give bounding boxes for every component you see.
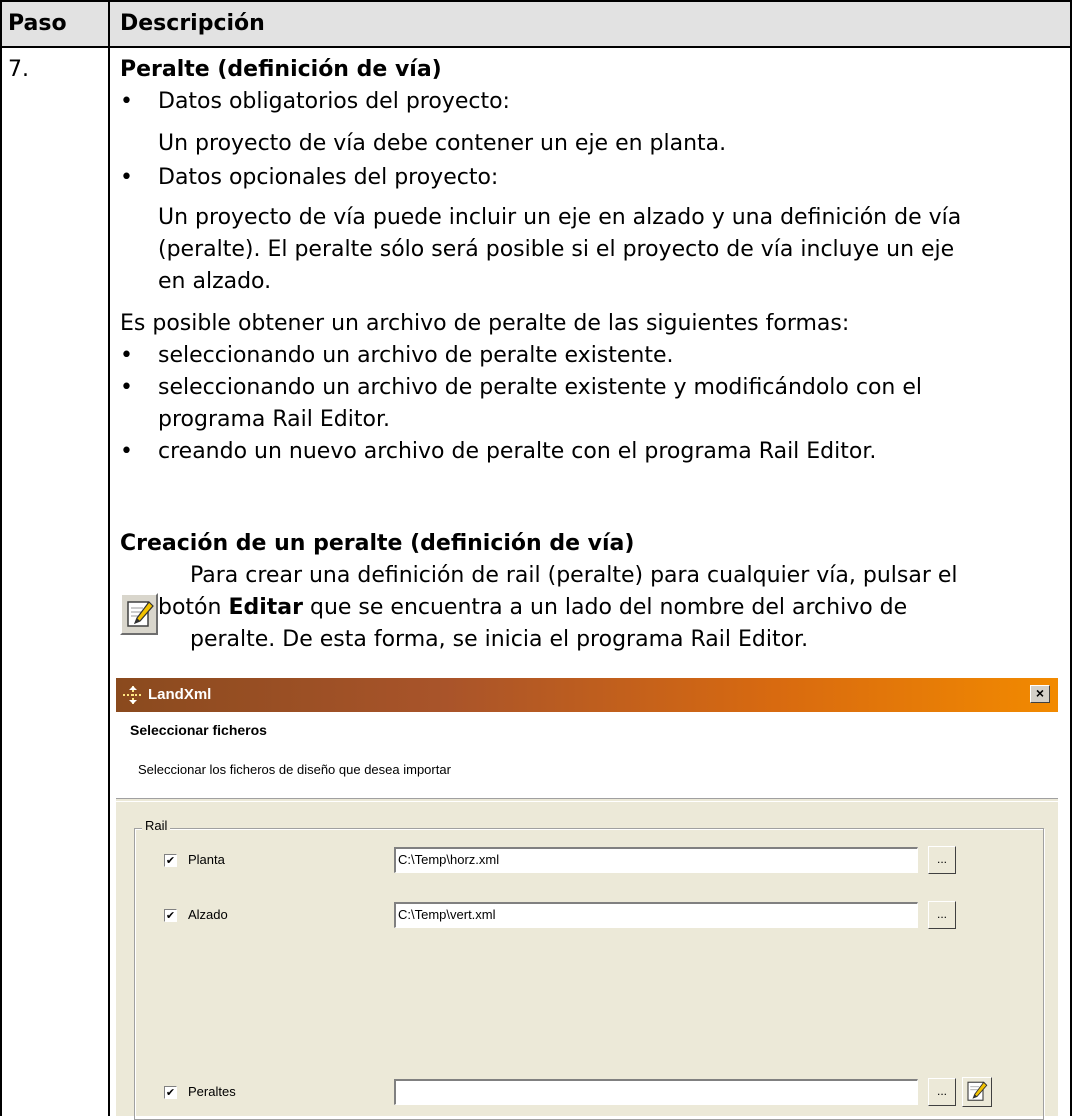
header-paso: Paso: [8, 11, 67, 36]
peraltes-browse-button[interactable]: ...: [928, 1078, 956, 1106]
alzado-checkbox[interactable]: [164, 909, 177, 922]
landxml-app-icon: [123, 686, 143, 704]
peraltes-edit-button[interactable]: [962, 1077, 992, 1107]
dialog-header-panel: Seleccionar ficheros Seleccionar los fic…: [116, 712, 1058, 799]
edit-pencil-icon: [120, 593, 158, 635]
peraltes-label: Peraltes: [188, 1084, 236, 1099]
bullet-optional-detail-2: (peralte). El peralte sólo será posible …: [158, 237, 955, 262]
editar-emphasis: Editar: [228, 595, 303, 620]
bullet-optional-detail-1: Un proyecto de vía puede incluir un eje …: [158, 205, 962, 230]
edit-note-line-2-pre: botón: [158, 595, 229, 620]
step-number: 7.: [8, 57, 29, 82]
bullet-dot: •: [120, 89, 133, 114]
bullet-mandatory-detail: Un proyecto de vía debe contener un eje …: [158, 131, 727, 156]
bullet-dot: •: [120, 343, 133, 368]
header-descripcion: Descripción: [120, 11, 265, 36]
bullet-mandatory-title: Datos obligatorios del proyecto:: [158, 89, 510, 114]
peraltes-checkbox[interactable]: [164, 1086, 177, 1099]
bullet-dot: •: [120, 165, 133, 190]
bullet-dot: •: [120, 439, 133, 464]
planta-file-input[interactable]: C:\Temp\horz.xml: [394, 847, 918, 873]
subsection-title: Creación de un peralte (definición de ví…: [120, 531, 635, 556]
option-modify-existing-2: programa Rail Editor.: [158, 407, 390, 432]
rail-group-label: Rail: [142, 818, 171, 833]
alzado-browse-button[interactable]: ...: [928, 901, 956, 929]
landxml-dialog: LandXml × Seleccionar ficheros Seleccion…: [116, 678, 1058, 1120]
edit-note-line-1: Para crear una definición de rail (peral…: [190, 563, 958, 588]
bullet-optional-title: Datos opcionales del proyecto:: [158, 165, 499, 190]
table-left-border: [0, 0, 2, 1116]
planta-browse-button[interactable]: ...: [928, 846, 956, 874]
dialog-title: LandXml: [148, 686, 212, 703]
intro-text: Es posible obtener un archivo de peralte…: [120, 311, 850, 336]
dialog-title-bar[interactable]: LandXml ×: [116, 678, 1058, 712]
edit-note-line-2-post: que se encuentra a un lado del nombre de…: [302, 595, 908, 620]
planta-label: Planta: [188, 852, 225, 867]
edit-pencil-icon: [967, 1081, 988, 1101]
edit-note-line-2: botón Editar que se encuentra a un lado …: [158, 592, 907, 624]
section-title: Peralte (definición de vía): [120, 57, 442, 82]
document-page: Paso Descripción 7. Peralte (definición …: [0, 0, 1072, 1120]
bullet-dot: •: [120, 375, 133, 400]
column-divider: [108, 0, 110, 1116]
edit-note-line-3: peralte. De esta forma, se inicia el pro…: [190, 627, 809, 652]
header-divider: [0, 46, 1072, 48]
bullet-optional-detail-3: en alzado.: [158, 269, 272, 294]
close-button[interactable]: ×: [1030, 685, 1050, 703]
planta-checkbox[interactable]: [164, 854, 177, 867]
dialog-subheading: Seleccionar los ficheros de diseño que d…: [138, 762, 451, 777]
alzado-label: Alzado: [188, 907, 228, 922]
table-top-border: [0, 0, 1072, 2]
option-modify-existing-1: seleccionando un archivo de peralte exis…: [158, 375, 923, 400]
alzado-file-input[interactable]: C:\Temp\vert.xml: [394, 902, 918, 928]
option-create-new: creando un nuevo archivo de peralte con …: [158, 439, 877, 464]
peraltes-file-input[interactable]: [394, 1079, 918, 1105]
dialog-separator: [116, 801, 1058, 802]
option-select-existing: seleccionando un archivo de peralte exis…: [158, 343, 674, 368]
dialog-heading: Seleccionar ficheros: [130, 722, 267, 738]
